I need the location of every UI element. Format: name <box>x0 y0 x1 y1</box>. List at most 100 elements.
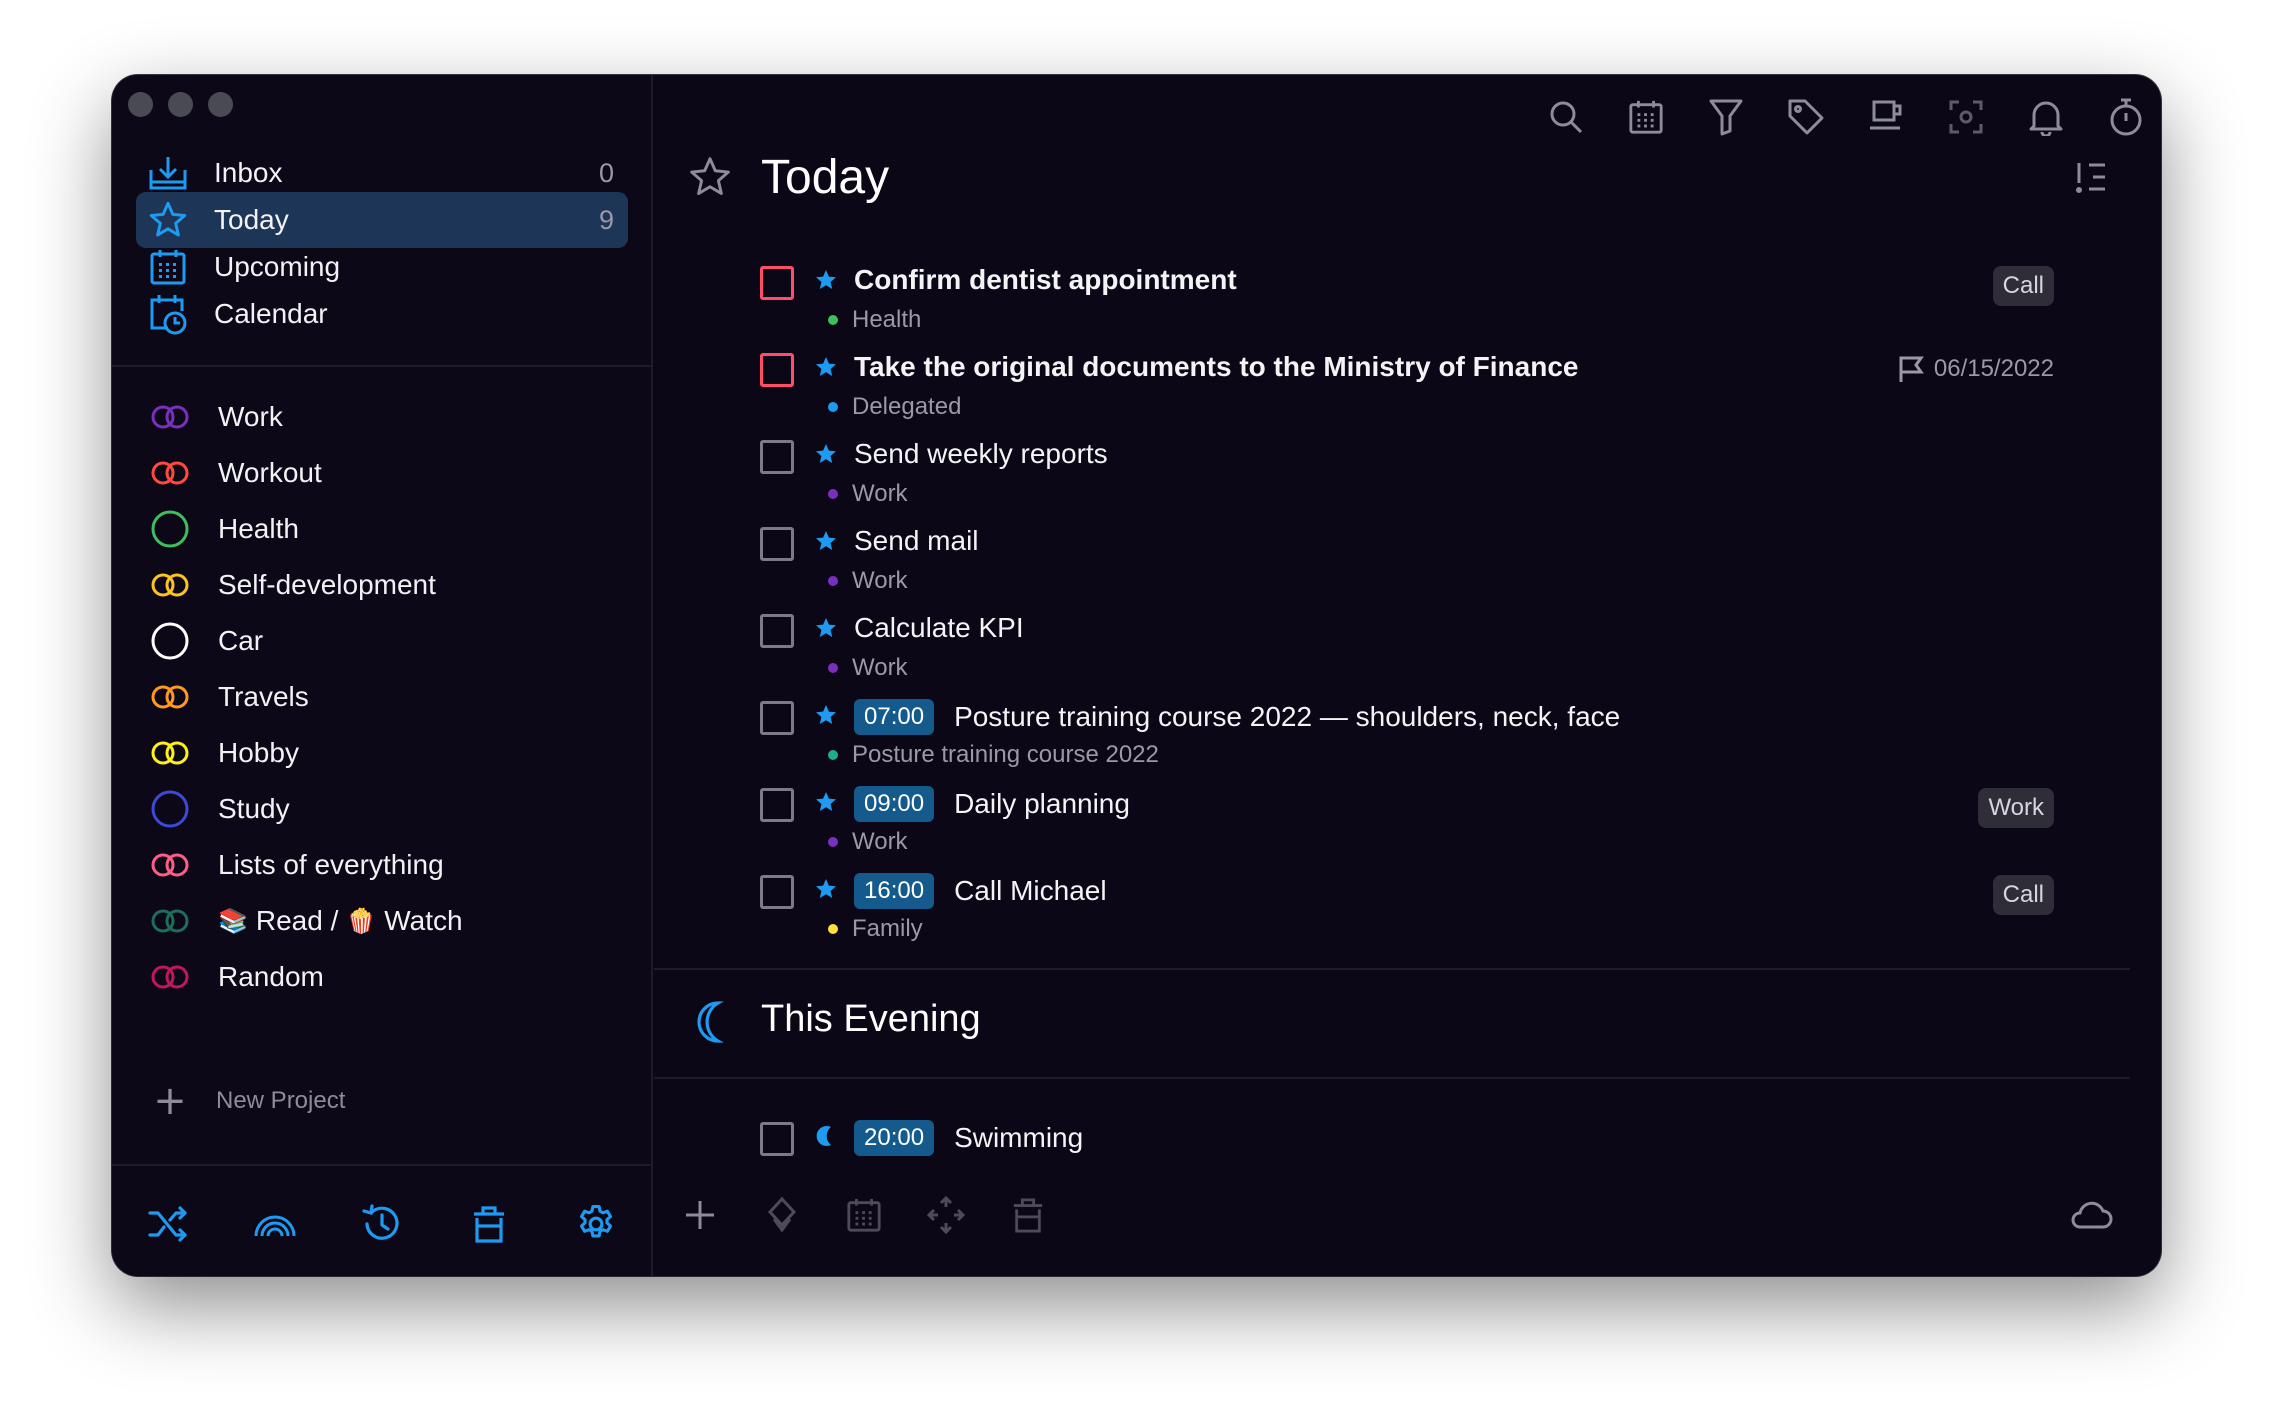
popcorn-emoji-icon: 🍿 <box>346 907 377 935</box>
task-project: Family <box>828 915 923 943</box>
linked-rings-icon <box>148 959 192 995</box>
task-row[interactable]: 20:00 Swimming <box>654 1114 2054 1198</box>
task-tag[interactable]: Call <box>1992 266 2054 306</box>
nav-count: 9 <box>598 204 614 235</box>
new-project-button[interactable]: + New Project <box>148 1081 345 1121</box>
task-checkbox[interactable] <box>760 527 794 561</box>
task-row[interactable]: Send mail Work <box>654 519 2054 603</box>
moon-icon <box>816 1126 831 1146</box>
settings-gear-icon[interactable] <box>574 1202 618 1246</box>
task-row[interactable]: Take the original documents to the Minis… <box>654 345 2054 429</box>
task-checkbox[interactable] <box>760 440 794 474</box>
task-row[interactable]: Confirm dentist appointment Health Call <box>654 258 2054 342</box>
task-project-label: Family <box>852 915 923 942</box>
task-row[interactable]: 07:00 Posture training course 2022 — sho… <box>654 693 2054 777</box>
project-label-part1: Read / <box>255 905 339 936</box>
task-title: Send weekly reports <box>854 438 1108 469</box>
project-work[interactable]: Work <box>148 394 283 440</box>
section-divider <box>654 1077 2130 1079</box>
task-title-row: 20:00 Swimming <box>854 1120 1083 1156</box>
books-emoji-icon: 📚 <box>218 907 248 935</box>
task-title: Posture training course 2022 — shoulders… <box>954 701 1621 732</box>
task-row[interactable]: Calculate KPI Work <box>654 606 2054 690</box>
filter-icon[interactable] <box>1704 95 1748 139</box>
task-title: Swimming <box>954 1122 1084 1153</box>
priority-diamond-icon[interactable] <box>760 1193 804 1237</box>
bell-icon[interactable] <box>2024 95 2068 139</box>
linked-rings-icon <box>148 455 192 491</box>
task-project: Health <box>828 306 921 334</box>
task-project-label: Delegated <box>852 393 962 420</box>
priority-sort-icon[interactable] <box>2075 161 2109 198</box>
cloud-sync-icon[interactable] <box>2069 1193 2113 1237</box>
task-row[interactable]: 16:00 Call Michael Family Call <box>654 867 2054 951</box>
task-checkbox[interactable] <box>760 788 794 822</box>
task-tag[interactable]: Call <box>1992 875 2054 915</box>
project-travels[interactable]: Travels <box>148 674 309 720</box>
project-random[interactable]: Random <box>148 954 324 1000</box>
project-health[interactable]: Health <box>148 506 299 552</box>
calendar-grid-icon[interactable] <box>842 1193 886 1237</box>
tag-icon[interactable] <box>1784 95 1828 139</box>
project-workout[interactable]: Workout <box>148 450 322 496</box>
project-label: Lists of everything <box>218 849 444 880</box>
project-hobby[interactable]: Hobby <box>148 730 299 776</box>
project-self-development[interactable]: Self-development <box>148 562 436 608</box>
task-checkbox[interactable] <box>760 875 794 909</box>
focus-icon[interactable] <box>1944 95 1988 139</box>
task-title: Send mail <box>854 525 979 556</box>
star-icon <box>816 618 836 637</box>
task-checkbox[interactable] <box>760 1122 794 1156</box>
search-icon[interactable] <box>1544 95 1588 139</box>
linked-rings-icon <box>148 735 192 771</box>
task-checkbox[interactable] <box>760 701 794 735</box>
linked-rings-icon <box>148 399 192 435</box>
plus-icon: + <box>153 1078 187 1124</box>
task-checkbox[interactable] <box>760 353 794 387</box>
project-read-watch[interactable]: 📚 Read / 🍿 Watch <box>148 898 463 944</box>
project-lists-of-everything[interactable]: Lists of everything <box>148 842 444 888</box>
project-car[interactable]: Car <box>148 618 263 664</box>
star-icon <box>816 444 836 463</box>
project-label: Self-development <box>218 569 436 600</box>
history-icon[interactable] <box>360 1202 404 1246</box>
project-dot <box>828 750 838 760</box>
time-badge: 09:00 <box>854 786 935 822</box>
nav-calendar[interactable]: Calendar <box>136 286 628 342</box>
circle-icon <box>148 790 192 828</box>
star-icon <box>816 879 836 898</box>
calendar-clock-icon <box>146 292 190 336</box>
minimize-window-button[interactable] <box>168 92 193 117</box>
section-title-evening: This Evening <box>761 998 981 1040</box>
add-task-plus-icon[interactable] <box>678 1193 722 1237</box>
task-title-row: 09:00 Daily planning <box>854 786 1130 822</box>
project-label: Random <box>218 961 324 992</box>
task-row[interactable]: 09:00 Daily planning Work Work <box>654 780 2054 864</box>
project-label: Study <box>218 793 290 824</box>
task-deadline: 06/15/2022 <box>1898 355 2054 383</box>
nav-label: Inbox <box>214 157 283 188</box>
stopwatch-icon[interactable] <box>2104 95 2148 139</box>
trash-icon[interactable] <box>1006 1193 1050 1237</box>
task-checkbox[interactable] <box>760 266 794 300</box>
move-arrows-icon[interactable] <box>924 1193 968 1237</box>
trash-icon[interactable] <box>467 1202 511 1246</box>
task-project: Delegated <box>828 393 961 421</box>
task-title: Daily planning <box>954 788 1130 819</box>
task-checkbox[interactable] <box>760 614 794 648</box>
coffee-cup-icon[interactable] <box>1864 95 1908 139</box>
task-project-label: Work <box>852 828 908 855</box>
zoom-window-button[interactable] <box>208 92 233 117</box>
close-window-button[interactable] <box>128 92 153 117</box>
task-project-label: Health <box>852 306 922 333</box>
shuffle-icon[interactable] <box>146 1202 190 1246</box>
task-title: Confirm dentist appointment <box>854 264 1237 295</box>
rainbow-icon[interactable] <box>253 1202 297 1246</box>
project-study[interactable]: Study <box>148 786 290 832</box>
calendar-grid-icon[interactable] <box>1624 95 1668 139</box>
project-label: 📚 Read / 🍿 Watch <box>218 905 463 937</box>
task-tag[interactable]: Work <box>1978 788 2054 828</box>
task-row[interactable]: Send weekly reports Work <box>654 432 2054 516</box>
app-window: Inbox 0 Today 9 Upcoming Calendar Work W… <box>112 75 2161 1276</box>
time-badge: 07:00 <box>854 699 935 735</box>
